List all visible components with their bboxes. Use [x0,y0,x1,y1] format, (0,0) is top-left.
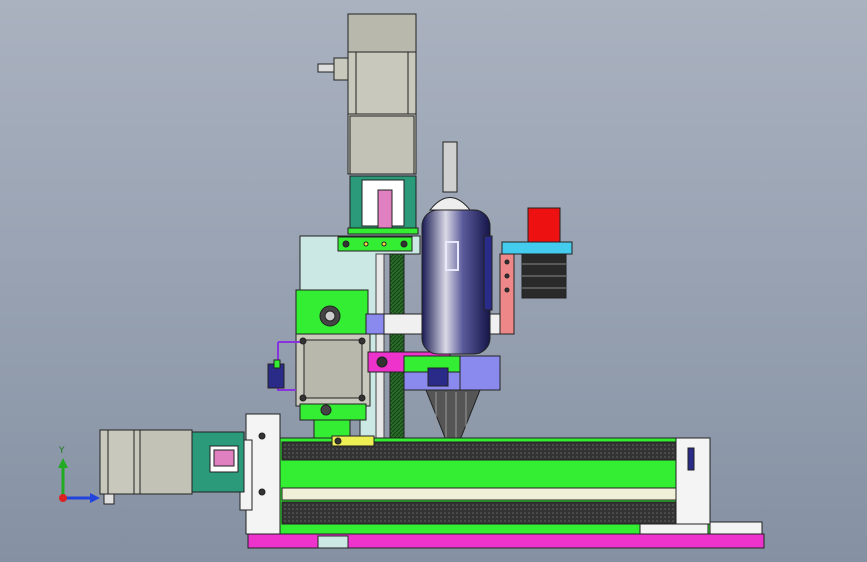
x-bed-frame [279,435,763,537]
base-plate [247,533,765,549]
cad-viewport[interactable]: Y [0,0,867,562]
z-lead-screw [389,253,405,441]
y-axis-label: Y [58,446,65,456]
z-column-frame [347,175,419,235]
z-guide-rod [375,253,385,441]
machine-assembly-drawing: Y [0,0,867,562]
left-end-plate [239,413,281,535]
